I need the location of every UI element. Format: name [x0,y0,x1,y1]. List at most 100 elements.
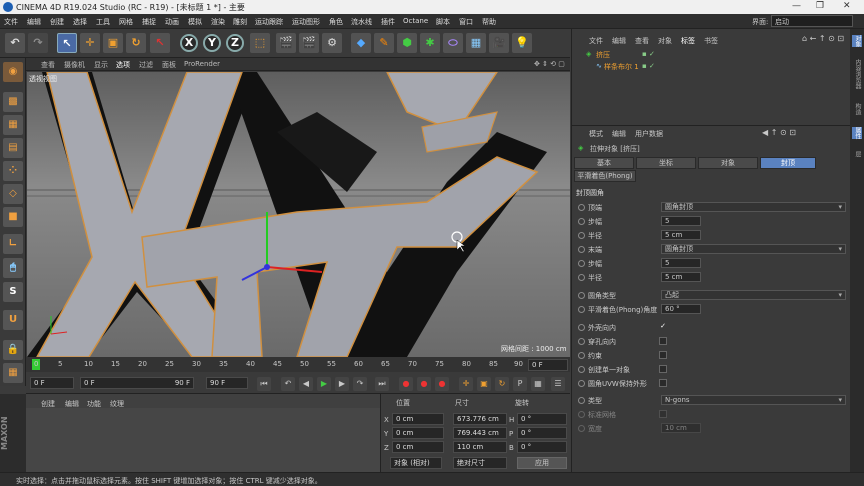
rotation-h-field[interactable]: 0 ° [517,413,567,425]
frame-range-slider[interactable]: 0 F 90 F [80,377,194,389]
single-object-checkbox[interactable] [659,365,667,373]
menu-motion-tracking[interactable]: 运动跟踪 [255,17,283,27]
viewport-menu-prorender[interactable]: ProRender [184,60,220,68]
menu-plugins[interactable]: 插件 [381,17,395,27]
menu-animate[interactable]: 动画 [165,17,179,27]
polygons-mode-icon[interactable]: ■ [3,207,23,227]
apply-button[interactable]: 应用 [517,457,567,469]
axis-mode-icon[interactable]: ∟ [3,234,23,254]
x-axis-lock-icon[interactable]: X [180,34,198,52]
tab-phong[interactable]: 平滑着色(Phong) [574,170,636,182]
maximize-button[interactable]: ❐ [816,1,824,11]
animate-radio-icon[interactable] [578,218,585,225]
deformer-icon[interactable]: ⬭ [443,33,463,53]
light-icon[interactable]: 💡 [512,33,532,53]
menu-octane[interactable]: Octane [403,17,428,25]
end-radius-field[interactable]: 5 cm [661,272,701,282]
attr-menu-userdata[interactable]: 用户数据 [635,129,663,139]
camera-icon[interactable]: 🎥 [489,33,509,53]
obj-nav-icons[interactable]: ⌂ ← ↑ ⊙ ⊡ [802,34,844,43]
minimize-button[interactable]: — [792,1,801,11]
points-mode-icon[interactable]: ⁘ [3,161,23,181]
animate-radio-icon[interactable] [578,306,585,313]
edges-mode-icon[interactable]: ◇ [3,184,23,204]
menu-sculpt[interactable]: 雕刻 [233,17,247,27]
magnet-icon[interactable]: U [3,310,23,330]
position-key-icon[interactable]: ✛ [459,377,473,391]
render-view-icon[interactable]: 🎬 [276,33,296,53]
tab-coordinates[interactable]: 坐标 [636,157,696,169]
tab-caps[interactable]: 封顶 [760,157,816,169]
animate-radio-icon[interactable] [578,380,585,387]
keyframe-selection-icon[interactable]: ● [435,377,449,391]
array-mograph-icon[interactable]: ✱ [420,33,440,53]
go-to-start-icon[interactable]: ⏮ [257,377,271,391]
animate-radio-icon[interactable] [578,232,585,239]
viewport-menu-view[interactable]: 查看 [41,60,55,70]
side-tab-objects[interactable]: 对象 [852,35,862,47]
start-steps-field[interactable]: 5 [661,216,701,226]
rotation-key-icon[interactable]: ↻ [495,377,509,391]
animate-radio-icon[interactable] [578,425,585,432]
material-area[interactable] [26,408,380,472]
undo-icon[interactable]: ↶ [5,33,25,53]
scale-key-icon[interactable]: ▣ [477,377,491,391]
size-y-field[interactable]: 769.443 cm [453,427,507,439]
menu-select[interactable]: 选择 [73,17,87,27]
start-radius-field[interactable]: 5 cm [661,230,701,240]
attr-menu-mode[interactable]: 模式 [589,129,603,139]
viewport-menu-panel[interactable]: 面板 [162,60,176,70]
coord-mode-select[interactable]: 对象 (相对) [390,457,442,469]
visibility-check-icon[interactable]: ▪ ✓ [642,50,655,58]
obj-menu-objects[interactable]: 对象 [658,36,672,46]
attr-menu-edit[interactable]: 编辑 [612,129,626,139]
rotation-b-field[interactable]: 0 ° [517,441,567,453]
recent-tool-icon[interactable]: ↖ [150,33,170,53]
attr-nav-icons[interactable]: ◀ ↑ ⊙ ⊡ [762,128,796,137]
grid-width-field[interactable]: 10 cm [661,423,701,433]
position-y-field[interactable]: 0 cm [392,427,444,439]
size-mode-select[interactable]: 绝对尺寸 [453,457,507,469]
cube-object-icon[interactable]: ◆ [351,33,371,53]
rotation-p-field[interactable]: 0 ° [517,427,567,439]
animate-radio-icon[interactable] [578,411,585,418]
pen-spline-icon[interactable]: ✎ [374,33,394,53]
animate-radio-icon[interactable] [578,204,585,211]
animate-radio-icon[interactable] [578,274,585,281]
animate-radio-icon[interactable] [578,366,585,373]
render-picture-viewer-icon[interactable]: 🎬 [299,33,319,53]
texture-mode-icon[interactable]: ▦ [3,115,23,135]
position-z-field[interactable]: 0 cm [392,441,444,453]
play-icon[interactable]: ▶ [317,377,331,391]
viewport-menu-cameras[interactable]: 摄像机 [64,60,85,70]
close-button[interactable]: ✕ [843,1,851,11]
snap-icon[interactable]: S [3,282,23,302]
object-row-extrude[interactable]: ◈ 挤压 ▪ ✓ [572,48,851,60]
current-frame-field[interactable]: 0 F [30,377,74,389]
z-axis-lock-icon[interactable]: Z [226,34,244,52]
animate-radio-icon[interactable] [578,260,585,267]
timeline-menu-icon[interactable]: ☰ [551,377,565,391]
menu-simulate[interactable]: 模拟 [188,17,202,27]
previous-key-icon[interactable]: ↶ [281,377,295,391]
scale-tool-icon[interactable]: ▣ [103,33,123,53]
make-editable-icon[interactable]: ◉ [3,62,23,82]
animate-radio-icon[interactable] [578,352,585,359]
coordinate-system-icon[interactable]: ⬚ [250,33,270,53]
menu-help[interactable]: 帮助 [482,17,496,27]
hull-inwards-checkbox[interactable]: ✓ [659,323,667,331]
rotate-tool-icon[interactable]: ↻ [126,33,146,53]
model-mode-icon[interactable]: ▩ [3,92,23,112]
menu-mesh[interactable]: 网格 [119,17,133,27]
menu-script[interactable]: 脚本 [436,17,450,27]
tweak-mode-icon[interactable]: 🖱 [3,258,23,278]
menu-mograph[interactable]: 运动图形 [292,17,320,27]
menu-tools[interactable]: 工具 [96,17,110,27]
menu-create[interactable]: 创建 [50,17,64,27]
side-tab-content-browser[interactable]: 内容浏览器 [852,59,862,89]
perspective-viewport[interactable]: 透视视图 网格间距 : 1000 cm [27,72,570,357]
menu-edit[interactable]: 编辑 [27,17,41,27]
move-tool-icon[interactable]: ✛ [80,33,100,53]
y-axis-lock-icon[interactable]: Y [203,34,221,52]
hole-inwards-checkbox[interactable] [659,337,667,345]
